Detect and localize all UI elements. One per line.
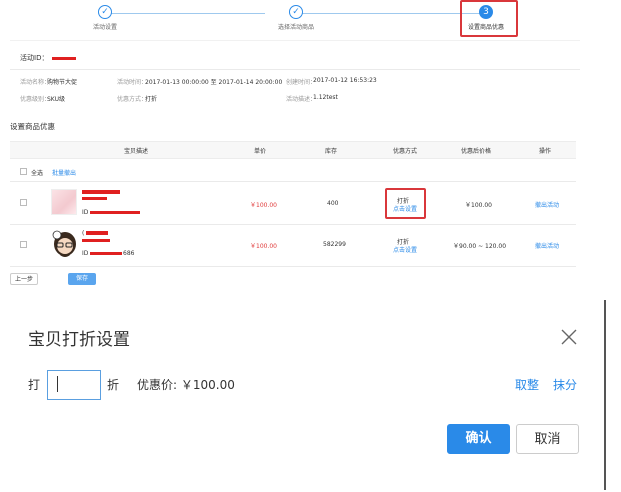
close-icon[interactable] — [559, 327, 579, 347]
text-cursor — [57, 376, 58, 392]
final-price: ￥90.00 ~ 120.00 — [453, 243, 507, 250]
discount-input[interactable] — [47, 370, 101, 400]
select-all-checkbox[interactable] — [20, 168, 27, 175]
product-id-suffix: 686 — [123, 250, 135, 257]
unit-price: ￥100.00 — [250, 202, 277, 209]
activity-desc-value: 1.12test — [313, 94, 338, 101]
redacted-text — [82, 239, 110, 242]
divider — [10, 69, 580, 70]
remove-from-activity-link[interactable]: 撤出活动 — [535, 200, 559, 209]
product-thumbnail — [51, 229, 78, 259]
divider — [10, 224, 576, 225]
divider — [10, 40, 580, 41]
batch-remove-link[interactable]: 批量撤出 — [52, 168, 76, 177]
product-id-label: ID — [82, 209, 89, 216]
discount-method-label: 优惠方式： — [117, 96, 148, 103]
redacted-text — [90, 211, 140, 214]
created-time-label: 创建时间： — [286, 79, 317, 86]
redacted-text — [52, 57, 76, 60]
remove-from-activity-link[interactable]: 撤出活动 — [535, 241, 559, 250]
step-connector — [300, 13, 481, 14]
redacted-text — [82, 190, 120, 194]
redacted-text — [86, 231, 108, 235]
highlight-box-method — [385, 188, 426, 219]
save-button[interactable]: 保存 — [68, 273, 96, 285]
discounted-price: 优惠价: ￥100.00 — [137, 378, 235, 392]
discount-level-label: 优惠级别： — [20, 96, 51, 103]
column-header-method: 优惠方式 — [393, 148, 418, 155]
redacted-text — [90, 252, 122, 255]
created-time-value: 2017-01-12 16:53:23 — [313, 77, 377, 84]
column-header-stock: 库存 — [325, 148, 338, 155]
prev-step-button[interactable]: 上一步 — [10, 273, 38, 285]
column-header-final-price: 优惠后价格 — [461, 148, 492, 155]
set-discount-link[interactable]: 点击设置 — [393, 245, 417, 254]
stock-value: 400 — [327, 200, 339, 207]
activity-time-label: 活动时间： — [117, 79, 148, 86]
step-label-1: 活动设置 — [92, 24, 118, 31]
round-cents-link[interactable]: 抹分 — [553, 376, 577, 393]
step-label-2: 选择活动商品 — [277, 24, 315, 31]
highlight-box-step — [460, 0, 518, 37]
product-id-label: ID — [82, 250, 89, 257]
divider — [10, 266, 576, 267]
confirm-button[interactable]: 确认 — [447, 424, 510, 454]
dialog-title: 宝贝打折设置 — [28, 330, 130, 350]
activity-time-value: 2017-01-13 00:00:00 至 2017-01-14 20:00:0… — [145, 79, 283, 86]
unit-price: ￥100.00 — [250, 243, 277, 250]
column-header-action: 操作 — [539, 148, 552, 155]
column-header-price: 单价 — [254, 148, 267, 155]
discount-method-value: 打折 — [145, 96, 158, 103]
cartoon-avatar-icon — [52, 230, 76, 257]
round-integer-link[interactable]: 取整 — [515, 376, 539, 393]
scrollbar-edge — [604, 300, 606, 490]
step-connector — [110, 13, 265, 14]
row-checkbox[interactable] — [20, 199, 27, 206]
redacted-text — [82, 197, 107, 200]
discount-level-value: SKU级 — [47, 96, 65, 103]
check-icon: ✓ — [289, 5, 303, 19]
activity-desc-label: 活动描述： — [286, 96, 317, 103]
product-thumbnail — [51, 189, 77, 215]
column-header-desc: 宝贝描述 — [124, 148, 149, 155]
discount-prefix: 打 — [28, 378, 41, 392]
table-header — [10, 141, 576, 159]
row-checkbox[interactable] — [20, 241, 27, 248]
cancel-button[interactable]: 取消 — [516, 424, 579, 454]
select-all-label: 全选 — [31, 170, 44, 177]
check-icon: ✓ — [98, 5, 112, 19]
final-price: ￥100.00 — [465, 202, 492, 209]
activity-name-label: 活动名称： — [20, 79, 51, 86]
stock-value: 582299 — [323, 241, 346, 248]
product-title-prefix: ( — [82, 230, 85, 237]
discount-suffix: 折 — [107, 378, 120, 392]
divider — [10, 181, 576, 182]
activity-name-value: 购物节大促 — [47, 79, 78, 86]
section-title: 设置商品优惠 — [10, 122, 55, 131]
activity-id-label: 活动ID： — [20, 54, 49, 62]
